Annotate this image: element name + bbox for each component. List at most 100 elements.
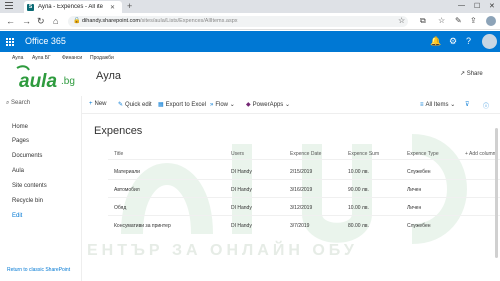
- plus-icon: +: [89, 101, 93, 107]
- list-title: Expences: [94, 125, 143, 137]
- column-header-users[interactable]: Users: [231, 151, 244, 157]
- help-icon[interactable]: ?: [466, 36, 471, 46]
- topnav-item-aula-bg[interactable]: Аула БГ: [32, 55, 51, 61]
- scrollbar-thumb[interactable]: [495, 128, 498, 258]
- maximize-icon[interactable]: ☐: [474, 2, 480, 10]
- lock-icon: 🔒: [73, 18, 81, 24]
- search-placeholder: Search: [11, 100, 31, 106]
- topnav-item-aula[interactable]: Аула: [12, 55, 23, 61]
- cell-date: 3/12/2019: [290, 205, 313, 211]
- watermark-text: ЕНТЪР ЗА ОНЛАЙН ОБУ: [87, 242, 358, 259]
- list-view: ЕНТЪР ЗА ОНЛАЙН ОБУ Expences Title Users…: [82, 114, 500, 281]
- view-selector[interactable]: ≡ All Items ⌄: [420, 101, 455, 108]
- view-lines-icon: ≡: [420, 102, 424, 108]
- reading-view-icon[interactable]: ⧉: [420, 16, 426, 26]
- favorite-star-icon[interactable]: ☆: [398, 16, 405, 25]
- suite-app-name[interactable]: Office 365: [25, 36, 66, 46]
- powerapps-label: PowerApps: [252, 102, 284, 108]
- minimize-icon[interactable]: —: [458, 2, 465, 9]
- cell-type: Служебен: [407, 169, 431, 175]
- address-bar-row: ← → ↻ ⌂ 🔒 dihandy.sharepoint.com/sites/a…: [0, 13, 500, 30]
- cell-sum: 10.00 лв.: [348, 205, 369, 211]
- new-tab-icon[interactable]: +: [127, 1, 132, 11]
- column-header-expence-sum[interactable]: Expence Sum: [348, 151, 379, 157]
- leftnav-item-aula[interactable]: Aula: [12, 168, 24, 174]
- command-bar: + New ✎ Quick edit ▦ Export to Excel » Flow …: [82, 97, 500, 114]
- notifications-bell-icon[interactable]: 🔔: [430, 36, 441, 47]
- cell-users: DI Handy: [231, 169, 252, 175]
- new-label: New: [94, 101, 107, 107]
- leftnav-edit-link[interactable]: Edit: [12, 213, 22, 219]
- leftnav-item-home[interactable]: Home: [12, 124, 28, 130]
- sharepoint-favicon-icon: S: [27, 3, 34, 11]
- row-divider: [108, 197, 500, 198]
- reload-icon[interactable]: ↻: [37, 16, 45, 27]
- cell-sum: 90.00 лв.: [348, 187, 369, 193]
- leftnav-item-site-contents[interactable]: Site contents: [12, 183, 47, 189]
- filter-icon[interactable]: ⊽: [465, 101, 469, 108]
- site-title[interactable]: Аула: [96, 70, 121, 82]
- cell-title[interactable]: Автомобил: [114, 187, 140, 193]
- browser-tab-strip: S Аула - Expences - All ite ✕ + — ☐ ✕: [0, 0, 500, 13]
- cell-sum: 10.00 лв.: [348, 169, 369, 175]
- search-input[interactable]: ⌕ Search: [6, 100, 76, 112]
- left-navigation: ⌕ Search Home Pages Documents Aula Site …: [0, 96, 82, 281]
- logo-suffix: .bg: [61, 76, 75, 87]
- powerapps-button[interactable]: ◆ PowerApps ⌄: [246, 101, 290, 108]
- vertical-scrollbar[interactable]: [495, 120, 499, 270]
- browser-profile-avatar[interactable]: [486, 16, 496, 26]
- cell-type: Личен: [407, 205, 422, 211]
- pencil-icon: ✎: [118, 102, 124, 108]
- url-host: dihandy.sharepoint.com: [82, 18, 140, 24]
- back-icon[interactable]: ←: [6, 16, 15, 26]
- suite-bar: Office 365 🔔 ⚙ ?: [0, 31, 500, 52]
- cell-date: 3/7/2019: [290, 223, 310, 229]
- browser-tab[interactable]: S Аула - Expences - All ite ✕: [24, 1, 122, 13]
- user-avatar[interactable]: [482, 34, 497, 49]
- tab-list-icon[interactable]: [5, 2, 15, 10]
- add-column-button[interactable]: + Add column: [465, 151, 495, 157]
- row-divider: [108, 215, 500, 216]
- share-page-icon[interactable]: ⇪: [470, 16, 477, 25]
- tab-close-icon[interactable]: ✕: [110, 4, 115, 11]
- column-header-expence-type[interactable]: Expence Type: [407, 151, 439, 157]
- export-label: Export to Excel: [165, 102, 207, 108]
- share-button[interactable]: ↗ Share: [460, 70, 483, 77]
- cell-title[interactable]: Материали: [114, 169, 140, 175]
- app-launcher-icon[interactable]: [6, 38, 14, 46]
- column-header-title[interactable]: Title: [114, 151, 123, 157]
- tab-title: Аула - Expences - All ite: [38, 4, 103, 10]
- favorites-icon[interactable]: ☆: [438, 16, 445, 25]
- cell-date: 2/15/2019: [290, 169, 313, 175]
- close-window-icon[interactable]: ✕: [489, 2, 495, 10]
- column-header-expence-date[interactable]: Expence Date: [290, 151, 321, 157]
- home-icon[interactable]: ⌂: [53, 16, 58, 26]
- settings-gear-icon[interactable]: ⚙: [449, 36, 457, 47]
- flow-button[interactable]: » Flow ⌄: [210, 101, 235, 108]
- chevron-down-icon: ⌄: [450, 102, 456, 108]
- url-field[interactable]: 🔒 dihandy.sharepoint.com/sites/aula/List…: [68, 16, 408, 27]
- forward-icon[interactable]: →: [22, 16, 31, 26]
- logo-text: aula: [19, 71, 57, 92]
- export-to-excel-button[interactable]: ▦ Export to Excel: [158, 101, 206, 108]
- quick-edit-button[interactable]: ✎ Quick edit: [118, 101, 152, 108]
- excel-icon: ▦: [158, 102, 164, 108]
- flow-icon: »: [210, 102, 214, 108]
- leftnav-item-pages[interactable]: Pages: [12, 138, 29, 144]
- info-icon[interactable]: ⓘ: [483, 101, 489, 110]
- view-label: All Items: [425, 102, 449, 108]
- chevron-down-icon: ⌄: [284, 102, 291, 108]
- cell-sum: 80.00 лв.: [348, 223, 369, 229]
- site-header: aula .bg Аула ↗ Share: [0, 62, 500, 92]
- new-button[interactable]: + New: [89, 101, 107, 107]
- return-to-classic-link[interactable]: Return to classic SharePoint: [7, 267, 70, 273]
- leftnav-item-documents[interactable]: Documents: [12, 153, 42, 159]
- topnav-item-finance[interactable]: Финанси: [62, 55, 82, 61]
- cell-title[interactable]: Консумативи за принтер: [114, 223, 171, 229]
- leftnav-item-recycle-bin[interactable]: Recycle bin: [12, 198, 43, 204]
- search-icon: ⌕: [6, 100, 10, 106]
- site-logo[interactable]: aula .bg: [15, 64, 85, 92]
- cell-title[interactable]: Обяд: [114, 205, 126, 211]
- reading-list-icon[interactable]: ✎: [455, 16, 462, 25]
- topnav-item-sales[interactable]: Продажби: [90, 55, 114, 61]
